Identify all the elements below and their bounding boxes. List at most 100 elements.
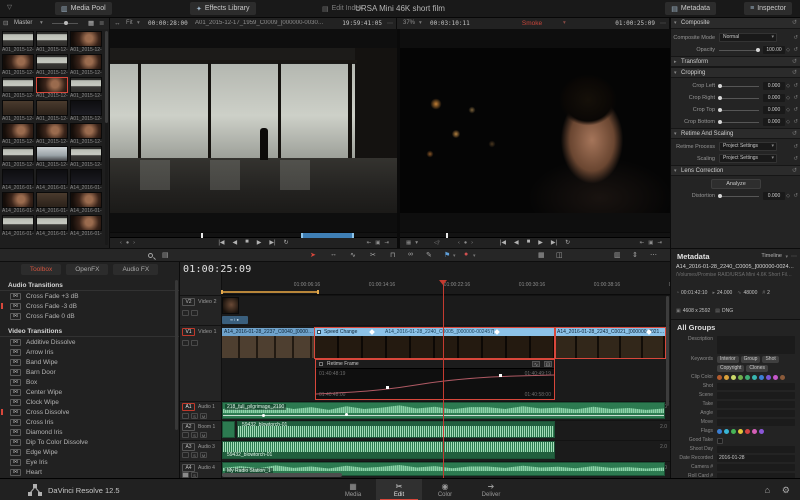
expand-curve-button[interactable]: ⊡ xyxy=(544,361,552,367)
row-reset-icon[interactable]: ↺ xyxy=(793,47,798,53)
audio-clip-a3[interactable]: 59432_blowtorch-01 xyxy=(222,441,555,459)
a2-mute-icon[interactable]: M xyxy=(200,432,207,438)
retime-curve[interactable] xyxy=(316,369,554,399)
timeline-playhead-notch[interactable] xyxy=(446,233,448,238)
metadata-button[interactable]: ▤ Metadata xyxy=(665,2,716,15)
metadata-input[interactable] xyxy=(717,419,795,426)
media-thumbnail[interactable]: A01_2015-12-17_1... xyxy=(36,31,68,53)
transition-item[interactable]: ⋈Cross Fade -3 dB xyxy=(0,301,179,311)
crop-slider[interactable] xyxy=(719,98,759,99)
transition-item[interactable]: ⋈Additive Dissolve xyxy=(0,337,179,347)
media-thumbnail[interactable]: A14_2016-01-28_2... xyxy=(36,215,68,237)
metadata-input[interactable] xyxy=(717,401,795,408)
v2-lock-icon[interactable] xyxy=(182,310,189,316)
thumb-size-knob[interactable] xyxy=(64,21,68,25)
clip-color-swatch[interactable] xyxy=(745,375,750,380)
project-manager-icon[interactable]: ⌂ xyxy=(765,485,770,495)
retime-frame-checkbox[interactable] xyxy=(319,362,323,366)
keyframe-icon[interactable]: ◇ xyxy=(786,83,790,89)
timeline-playhead[interactable] xyxy=(443,280,444,478)
distortion-value[interactable]: 0.000 xyxy=(763,192,785,200)
slider-knob[interactable] xyxy=(718,96,722,100)
timeline-name-dropdown[interactable]: Smoke xyxy=(502,20,562,28)
opacity-value[interactable]: 100.00 xyxy=(763,46,785,54)
tab-openfx[interactable]: OpenFX xyxy=(66,264,108,275)
edit-index-button[interactable]: ▤ Edit Index xyxy=(316,2,369,15)
metadata-input[interactable] xyxy=(717,383,795,390)
clip-color-swatch[interactable] xyxy=(766,375,771,380)
mark-in-icon[interactable]: ⇤ xyxy=(640,240,645,246)
transition-item[interactable]: ⋈Center Wipe xyxy=(0,387,179,397)
v2-enable-icon[interactable] xyxy=(191,310,198,316)
timeline-duration-timecode[interactable]: 00:03:10:11 xyxy=(430,20,470,27)
scope-caret[interactable]: ▾ xyxy=(785,254,788,260)
crop-slider[interactable] xyxy=(719,110,759,111)
crop-slider[interactable] xyxy=(719,86,759,87)
clip-color-swatch[interactable] xyxy=(780,375,785,380)
bin-list-icon[interactable]: ⊟ xyxy=(3,20,8,28)
slider-knob[interactable] xyxy=(718,120,722,124)
transition-item[interactable]: ⋈Cross Iris xyxy=(0,417,179,427)
track-badge-v2[interactable]: V2 xyxy=(182,298,195,306)
track-name-a1[interactable]: Audio 1 xyxy=(198,404,215,410)
transform-section-header[interactable]: ▸Transform ↺ xyxy=(671,56,800,67)
value-box[interactable]: 0.000 xyxy=(763,106,785,114)
row-reset-icon[interactable]: ↺ xyxy=(793,83,798,89)
flag-swatch[interactable] xyxy=(717,429,722,434)
track-badge-v1[interactable]: V1 xyxy=(182,328,195,336)
tab-audiofx[interactable]: Audio FX xyxy=(113,264,158,275)
media-thumbnail[interactable]: A01_2015-12-18_1... xyxy=(36,146,68,168)
media-thumbnail[interactable]: A01_2015-12-17_1... xyxy=(70,54,102,76)
keyframe-diamond[interactable] xyxy=(369,329,375,335)
track-name-a3[interactable]: Audio 3 xyxy=(198,444,215,450)
metadata-input[interactable] xyxy=(717,410,795,417)
automation-keyframe[interactable] xyxy=(345,413,348,416)
transition-item[interactable]: ⋈Band Wipe xyxy=(0,357,179,367)
clip-color-swatch[interactable] xyxy=(773,375,778,380)
marker-icon[interactable]: ● xyxy=(464,251,468,258)
v1-clip-2-selected[interactable]: Speed Change A14_2016-01-28_2240_C0005_[… xyxy=(315,328,555,358)
flag-swatch[interactable] xyxy=(731,429,736,434)
row-reset-icon[interactable]: ↺ xyxy=(793,193,798,199)
description-textarea[interactable] xyxy=(717,336,795,354)
media-pool-button[interactable]: ▥ Media Pool xyxy=(55,2,112,15)
transition-item[interactable]: ⋈Cross Fade +3 dB xyxy=(0,291,179,301)
first-frame-button[interactable]: |◀ xyxy=(500,239,506,246)
transition-item[interactable]: ⋈Box xyxy=(0,377,179,387)
inspector-button[interactable]: ≡ Inspector xyxy=(744,2,792,15)
clip-color-swatch[interactable] xyxy=(752,375,757,380)
timeline-scale-caret[interactable]: ▾ xyxy=(419,20,422,27)
clip-color-swatch[interactable] xyxy=(759,375,764,380)
timeline-scrub-bar[interactable] xyxy=(400,233,670,238)
page-tab-media[interactable]: ▦Media xyxy=(330,479,376,500)
flag-swatch[interactable] xyxy=(759,429,764,434)
mark-in-icon[interactable]: ⇤ xyxy=(367,240,372,246)
marker-color-caret[interactable]: ▾ xyxy=(473,253,476,259)
curve-mode-button[interactable]: ∿ xyxy=(532,361,540,367)
timeline-viewer-options-menu[interactable]: ⋯ xyxy=(660,20,666,27)
source-clip-name[interactable]: A01_2015-12-17_1959_C0009_[000000-003072… xyxy=(195,20,325,26)
track-name-a4[interactable]: Audio 4 xyxy=(198,465,215,471)
media-thumbnail[interactable]: A14_2016-01-28_2... xyxy=(36,192,68,214)
opacity-slider[interactable] xyxy=(719,50,759,51)
pan-icon[interactable]: ↔ xyxy=(114,20,121,28)
razor-tool-icon[interactable]: ✂ xyxy=(370,251,376,259)
transition-item[interactable]: ⋈Arrow Iris xyxy=(0,347,179,357)
a2-lock-icon[interactable] xyxy=(182,432,189,438)
flag-swatch[interactable] xyxy=(724,429,729,434)
source-duration-timecode[interactable]: 00:00:28:00 xyxy=(148,20,188,27)
match-frame-icon[interactable]: ▣ xyxy=(648,240,653,246)
timeline-name-caret[interactable]: ▾ xyxy=(563,20,566,27)
cropping-section-header[interactable]: ▾Cropping ↺ xyxy=(671,67,800,78)
row-reset-icon[interactable]: ↺ xyxy=(793,156,798,162)
media-thumbnail[interactable]: A01_2015-12-17_1... xyxy=(70,77,102,99)
keyword-chip[interactable]: Clones xyxy=(746,365,768,372)
track-name-a2[interactable]: Boom 1 xyxy=(198,424,215,430)
metadata-scope-dropdown[interactable]: Timeline xyxy=(761,253,782,260)
media-thumbnail[interactable]: A01_2015-12-17_1... xyxy=(2,54,34,76)
settings-dropdown[interactable]: Project Settings▾ xyxy=(719,154,777,163)
retime-reset-icon[interactable]: ↺ xyxy=(792,129,797,140)
metadata-input[interactable]: 2016-01-28 xyxy=(717,455,795,462)
keyframe-icon[interactable]: ◇ xyxy=(786,193,790,199)
media-thumbnail[interactable]: A01_2015-12-18_1... xyxy=(2,123,34,145)
